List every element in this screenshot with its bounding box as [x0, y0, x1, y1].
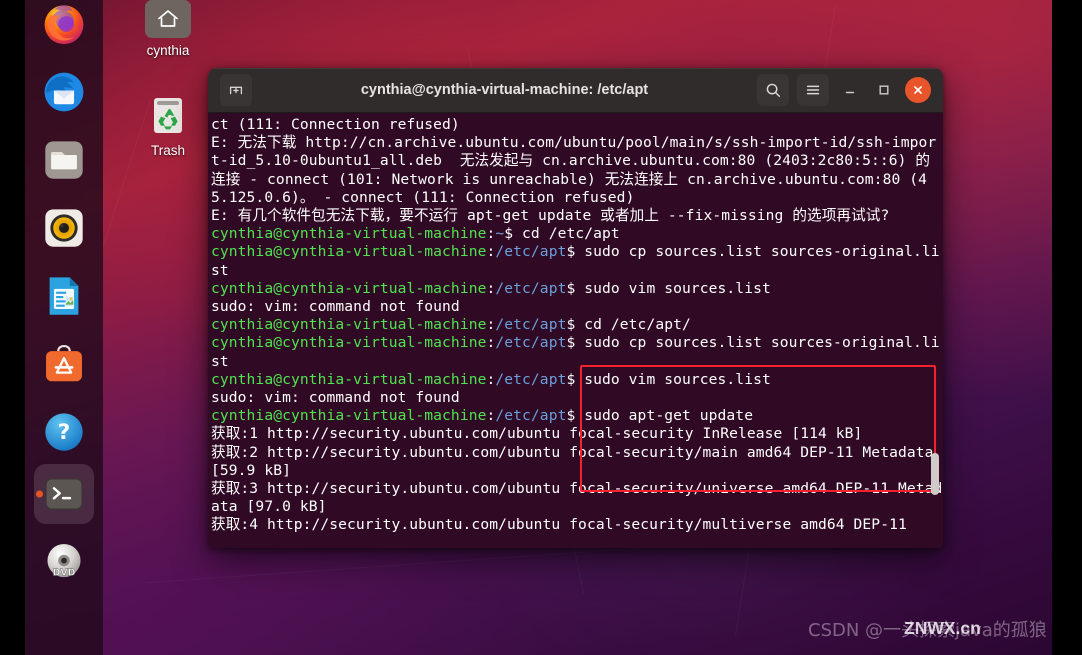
- titlebar-controls: [757, 74, 943, 106]
- hamburger-menu-button[interactable]: [797, 74, 829, 106]
- dock-item-firefox[interactable]: [34, 0, 94, 54]
- search-button[interactable]: [757, 74, 789, 106]
- terminal-titlebar[interactable]: cynthia@cynthia-virtual-machine: /etc/ap…: [208, 68, 943, 113]
- dock-item-terminal[interactable]: [34, 464, 94, 524]
- thunderbird-icon: [44, 72, 84, 112]
- terminal-body[interactable]: ct (111: Connection refused) E: 无法下载 htt…: [208, 113, 943, 548]
- maximize-button[interactable]: [871, 77, 897, 103]
- desktop-icon-label: cynthia: [146, 43, 190, 58]
- firefox-icon: [44, 5, 84, 45]
- help-question-icon: ?: [45, 413, 83, 451]
- letterbox-right: [1052, 0, 1082, 655]
- dvd-disc-icon: DVD: [47, 544, 81, 579]
- dock-item-thunderbird[interactable]: [34, 62, 94, 122]
- hamburger-menu-icon: [806, 85, 820, 95]
- terminal-output: ct (111: Connection refused) E: 无法下载 htt…: [211, 116, 943, 534]
- dock-item-rhythmbox[interactable]: [34, 198, 94, 258]
- home-icon: [158, 10, 178, 27]
- trash-icon: [154, 98, 182, 133]
- terminal-title: cynthia@cynthia-virtual-machine: /etc/ap…: [360, 82, 649, 98]
- maximize-icon: [879, 85, 889, 95]
- desktop-icon-label: Trash: [150, 143, 185, 158]
- svg-text:DVD: DVD: [53, 568, 76, 579]
- search-icon: [766, 83, 781, 98]
- trash-icon-tile: [145, 92, 191, 138]
- terminal-icon: [45, 478, 83, 510]
- desktop-screen: ? DVD cynthia Trash cynthia@cynthia-virt…: [0, 0, 1082, 655]
- rhythmbox-speaker-icon: [45, 209, 83, 247]
- ubuntu-dock: ? DVD: [25, 0, 103, 655]
- home-icon-tile: [145, 0, 191, 38]
- new-tab-icon: [229, 86, 243, 95]
- files-folder-icon: [45, 141, 83, 179]
- letterbox-left: [0, 0, 25, 655]
- dock-item-libreoffice-writer[interactable]: [34, 266, 94, 326]
- desktop-icon-home-folder[interactable]: cynthia: [126, 0, 210, 58]
- terminal-scrollbar[interactable]: [931, 453, 939, 495]
- watermark: CSDN @一头探索java的孤狼 ZNWX.cn: [808, 612, 1070, 646]
- close-icon: [914, 86, 922, 94]
- dock-item-dvd[interactable]: DVD: [34, 532, 94, 592]
- new-tab-button[interactable]: [220, 74, 252, 106]
- terminal-window[interactable]: cynthia@cynthia-virtual-machine: /etc/ap…: [208, 68, 943, 548]
- dock-item-help[interactable]: ?: [34, 402, 94, 462]
- minimize-button[interactable]: [837, 77, 863, 103]
- svg-text:?: ?: [58, 420, 71, 445]
- close-button[interactable]: [905, 77, 931, 103]
- minimize-icon: [845, 91, 855, 94]
- running-indicator-dot: [36, 490, 43, 498]
- ubuntu-software-icon: [46, 344, 82, 382]
- libreoffice-writer-icon: [49, 277, 79, 315]
- watermark-overlay-text: ZNWX.cn: [904, 618, 981, 638]
- dock-item-files[interactable]: [34, 130, 94, 190]
- desktop-icon-trash[interactable]: Trash: [126, 92, 210, 158]
- dock-item-ubuntu-software[interactable]: [34, 334, 94, 394]
